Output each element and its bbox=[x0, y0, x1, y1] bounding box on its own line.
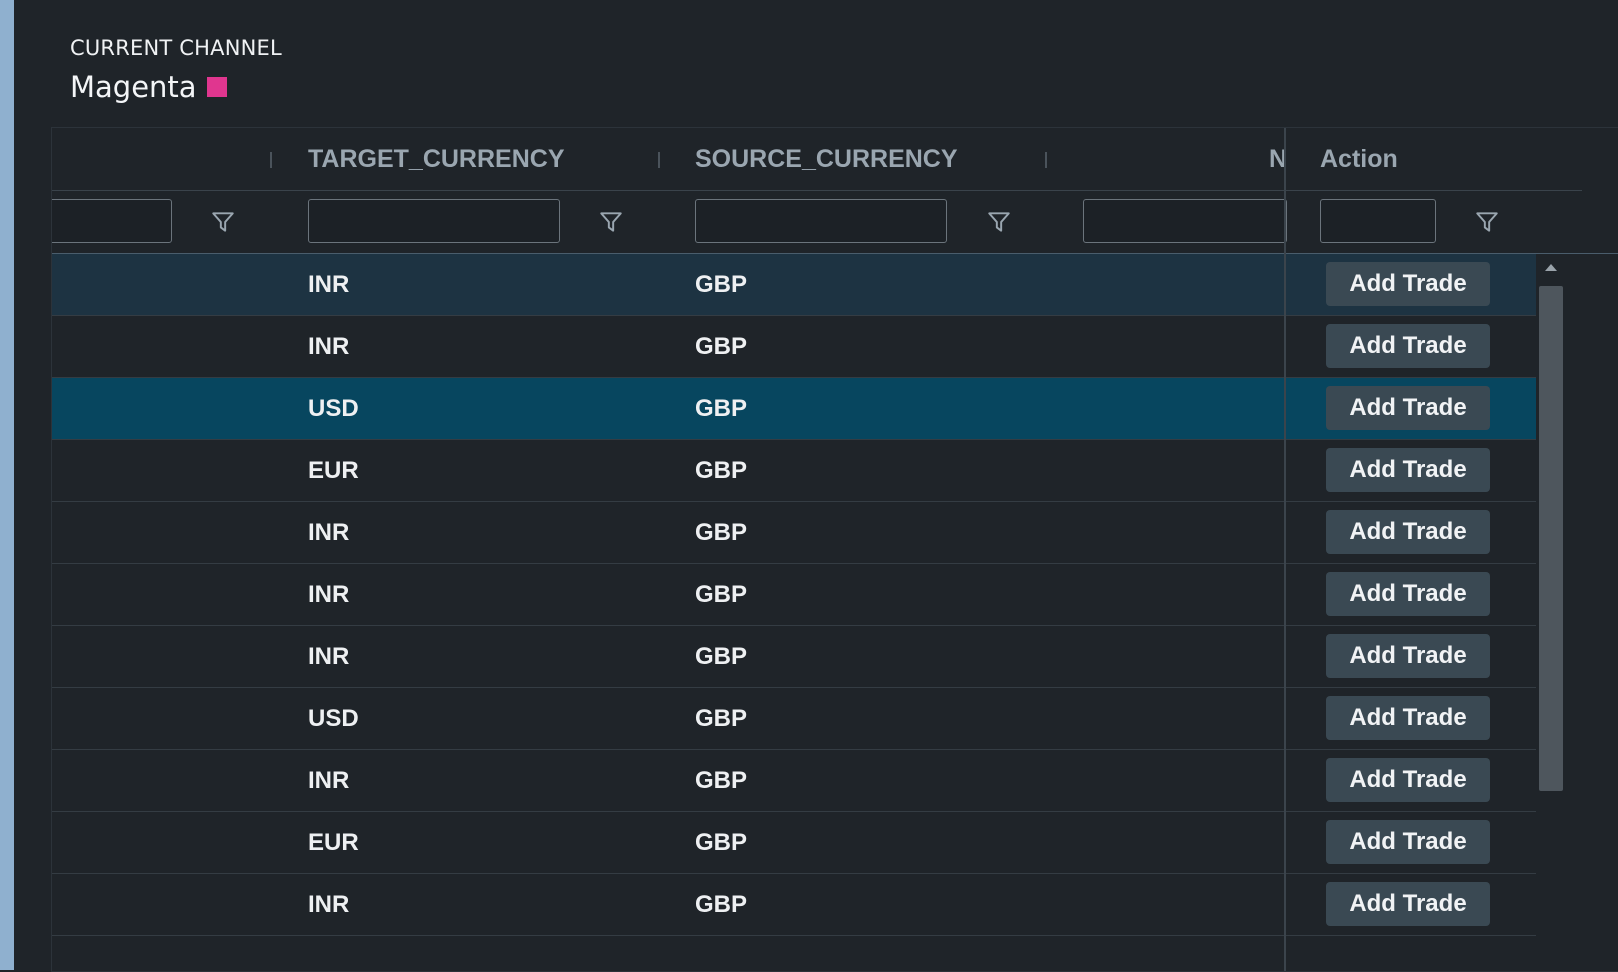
add-trade-button[interactable]: Add Trade bbox=[1326, 448, 1490, 492]
channel-color-swatch bbox=[206, 77, 227, 97]
grid-header: TARGET_CURRENCY SOURCE_CURRENCY N Action bbox=[52, 128, 1582, 191]
filter-icon[interactable] bbox=[986, 209, 1012, 235]
table-row[interactable]: INR GBP Add Trade bbox=[52, 564, 1536, 626]
table-row[interactable]: USD GBP Add Trade bbox=[52, 378, 1536, 440]
cell-source-currency[interactable]: GBP bbox=[695, 829, 747, 857]
column-resize-handle[interactable] bbox=[1045, 152, 1047, 168]
channel-name: Magenta bbox=[70, 70, 197, 104]
add-trade-button[interactable]: Add Trade bbox=[1326, 820, 1490, 864]
table-row[interactable]: INR GBP Add Trade bbox=[52, 750, 1536, 812]
cell-target-currency[interactable]: INR bbox=[308, 581, 349, 609]
cell-source-currency[interactable]: GBP bbox=[695, 581, 747, 609]
header-source-currency[interactable]: SOURCE_CURRENCY bbox=[695, 144, 958, 174]
cell-source-currency[interactable]: GBP bbox=[695, 271, 747, 299]
cell-target-currency[interactable]: EUR bbox=[308, 829, 359, 857]
filter-icon[interactable] bbox=[598, 209, 624, 235]
cell-source-currency[interactable]: GBP bbox=[695, 333, 747, 361]
filter-input-hidden-column[interactable] bbox=[52, 199, 172, 243]
cell-target-currency[interactable]: INR bbox=[308, 271, 349, 299]
add-trade-button[interactable]: Add Trade bbox=[1326, 324, 1490, 368]
column-resize-handle[interactable] bbox=[658, 152, 660, 168]
add-trade-button[interactable]: Add Trade bbox=[1326, 758, 1490, 802]
header-target-currency[interactable]: TARGET_CURRENCY bbox=[308, 144, 565, 174]
caret-up-icon[interactable] bbox=[1545, 264, 1557, 271]
add-trade-button[interactable]: Add Trade bbox=[1326, 386, 1490, 430]
cell-target-currency[interactable]: INR bbox=[308, 643, 349, 671]
window-edge bbox=[0, 0, 14, 970]
scrollbar-thumb[interactable] bbox=[1539, 286, 1563, 791]
add-trade-button[interactable]: Add Trade bbox=[1326, 572, 1490, 616]
filter-input-source-currency[interactable] bbox=[695, 199, 947, 243]
cell-source-currency[interactable]: GBP bbox=[695, 705, 747, 733]
filter-icon[interactable] bbox=[1474, 209, 1500, 235]
column-resize-handle[interactable] bbox=[270, 152, 272, 168]
vertical-scrollbar[interactable] bbox=[1536, 254, 1566, 971]
cell-source-currency[interactable]: GBP bbox=[695, 767, 747, 795]
add-trade-button[interactable]: Add Trade bbox=[1326, 634, 1490, 678]
cell-target-currency[interactable]: USD bbox=[308, 395, 359, 423]
data-grid: TARGET_CURRENCY SOURCE_CURRENCY N Action bbox=[51, 127, 1618, 972]
add-trade-button[interactable]: Add Trade bbox=[1326, 882, 1490, 926]
cell-target-currency[interactable]: INR bbox=[308, 519, 349, 547]
table-row[interactable]: EUR GBP Add Trade bbox=[52, 812, 1536, 874]
table-row[interactable]: EUR GBP Add Trade bbox=[52, 440, 1536, 502]
add-trade-button[interactable]: Add Trade bbox=[1326, 262, 1490, 306]
cell-target-currency[interactable]: INR bbox=[308, 333, 349, 361]
table-row[interactable]: INR GBP Add Trade bbox=[52, 316, 1536, 378]
filter-icon[interactable] bbox=[210, 209, 236, 235]
table-row[interactable]: INR GBP Add Trade bbox=[52, 874, 1536, 936]
pinned-column-divider bbox=[1284, 128, 1286, 971]
grid-body: INR GBP Add Trade INR GBP Add Trade USD GBP Add … bbox=[52, 254, 1536, 971]
table-row[interactable]: INR GBP Add Trade bbox=[52, 254, 1536, 316]
filter-input-action[interactable] bbox=[1320, 199, 1436, 243]
cell-source-currency[interactable]: GBP bbox=[695, 891, 747, 919]
table-row[interactable]: INR GBP Add Trade bbox=[52, 502, 1536, 564]
table-row[interactable]: USD GBP Add Trade bbox=[52, 688, 1536, 750]
grid-panel: CURRENT CHANNEL Magenta TARGET_CURRENCY … bbox=[14, 0, 1618, 972]
add-trade-button[interactable]: Add Trade bbox=[1326, 510, 1490, 554]
cell-target-currency[interactable]: INR bbox=[308, 767, 349, 795]
filter-input-target-currency[interactable] bbox=[308, 199, 560, 243]
filter-row bbox=[52, 191, 1618, 254]
header-action[interactable]: Action bbox=[1320, 144, 1398, 174]
cell-target-currency[interactable]: USD bbox=[308, 705, 359, 733]
cell-source-currency[interactable]: GBP bbox=[695, 457, 747, 485]
filter-input-partial-column[interactable] bbox=[1083, 199, 1287, 243]
cell-source-currency[interactable]: GBP bbox=[695, 395, 747, 423]
add-trade-button[interactable]: Add Trade bbox=[1326, 696, 1490, 740]
current-channel[interactable]: Magenta bbox=[70, 70, 227, 104]
table-row[interactable]: INR GBP Add Trade bbox=[52, 626, 1536, 688]
current-channel-label: CURRENT CHANNEL bbox=[70, 36, 282, 60]
cell-source-currency[interactable]: GBP bbox=[695, 643, 747, 671]
cell-source-currency[interactable]: GBP bbox=[695, 519, 747, 547]
cell-target-currency[interactable]: EUR bbox=[308, 457, 359, 485]
cell-target-currency[interactable]: INR bbox=[308, 891, 349, 919]
